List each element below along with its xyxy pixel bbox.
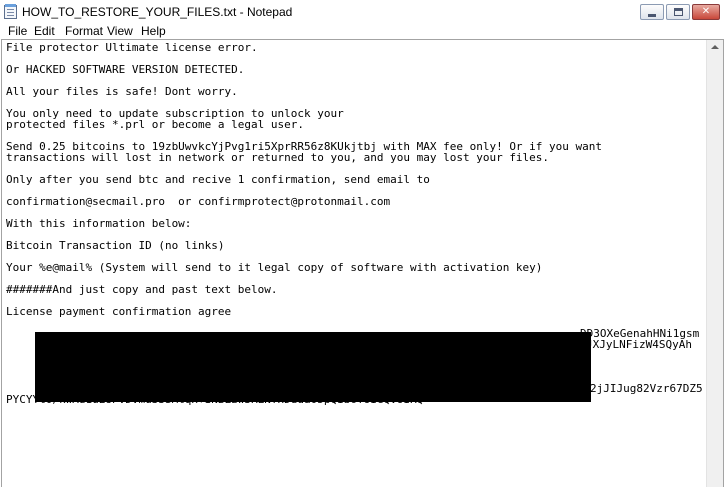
text-line: Your %e@mail% (System will send to it le… xyxy=(6,261,543,274)
scroll-up-arrow-icon[interactable] xyxy=(711,45,719,49)
window-title: HOW_TO_RESTORE_YOUR_FILES.txt - Notepad xyxy=(22,5,293,19)
minimize-button[interactable] xyxy=(640,4,664,20)
minimize-icon xyxy=(648,13,656,17)
redaction-box xyxy=(35,332,591,402)
document-text[interactable]: File protector Ultimate license error. O… xyxy=(6,41,708,405)
text-line: Or HACKED SOFTWARE VERSION DETECTED. xyxy=(6,63,245,76)
text-line: License payment confirmation agree xyxy=(6,305,232,318)
text-line: File protector Ultimate license error. xyxy=(6,41,258,54)
maximize-button[interactable] xyxy=(666,4,690,20)
text-line: Bitcoin Transaction ID (no links) xyxy=(6,239,225,252)
text-line: confirmation@secmail.pro or confirmprote… xyxy=(6,195,391,208)
text-line: protected files *.prl or become a legal … xyxy=(6,118,305,131)
text-editor[interactable]: File protector Ultimate license error. O… xyxy=(1,39,724,487)
notepad-icon xyxy=(4,4,17,19)
text-line: Only after you send btc and recive 1 con… xyxy=(6,173,430,186)
key-fragment: 2jJIJug82Vzr67DZ5 xyxy=(590,382,703,395)
menu-format[interactable]: Format xyxy=(65,24,103,39)
vertical-scrollbar[interactable] xyxy=(706,40,723,487)
menu-help[interactable]: Help xyxy=(141,24,166,39)
text-line: #######And just copy and past text below… xyxy=(6,283,278,296)
key-fragment: JXJyLNFizW4SQyAh xyxy=(586,338,692,351)
maximize-icon xyxy=(673,8,683,16)
menu-file[interactable]: File xyxy=(8,24,27,39)
menu-view[interactable]: View xyxy=(107,24,133,39)
menu-edit[interactable]: Edit xyxy=(34,24,55,39)
close-icon: ✕ xyxy=(701,6,711,17)
menu-bar: File Edit Format View Help xyxy=(0,24,725,39)
text-line: transactions will lost in network or ret… xyxy=(6,151,550,164)
text-line: With this information below: xyxy=(6,217,192,230)
text-line: All your files is safe! Dont worry. xyxy=(6,85,238,98)
title-bar[interactable]: HOW_TO_RESTORE_YOUR_FILES.txt - Notepad … xyxy=(0,0,725,24)
close-button[interactable]: ✕ xyxy=(692,4,720,20)
notepad-window: HOW_TO_RESTORE_YOUR_FILES.txt - Notepad … xyxy=(0,0,725,487)
